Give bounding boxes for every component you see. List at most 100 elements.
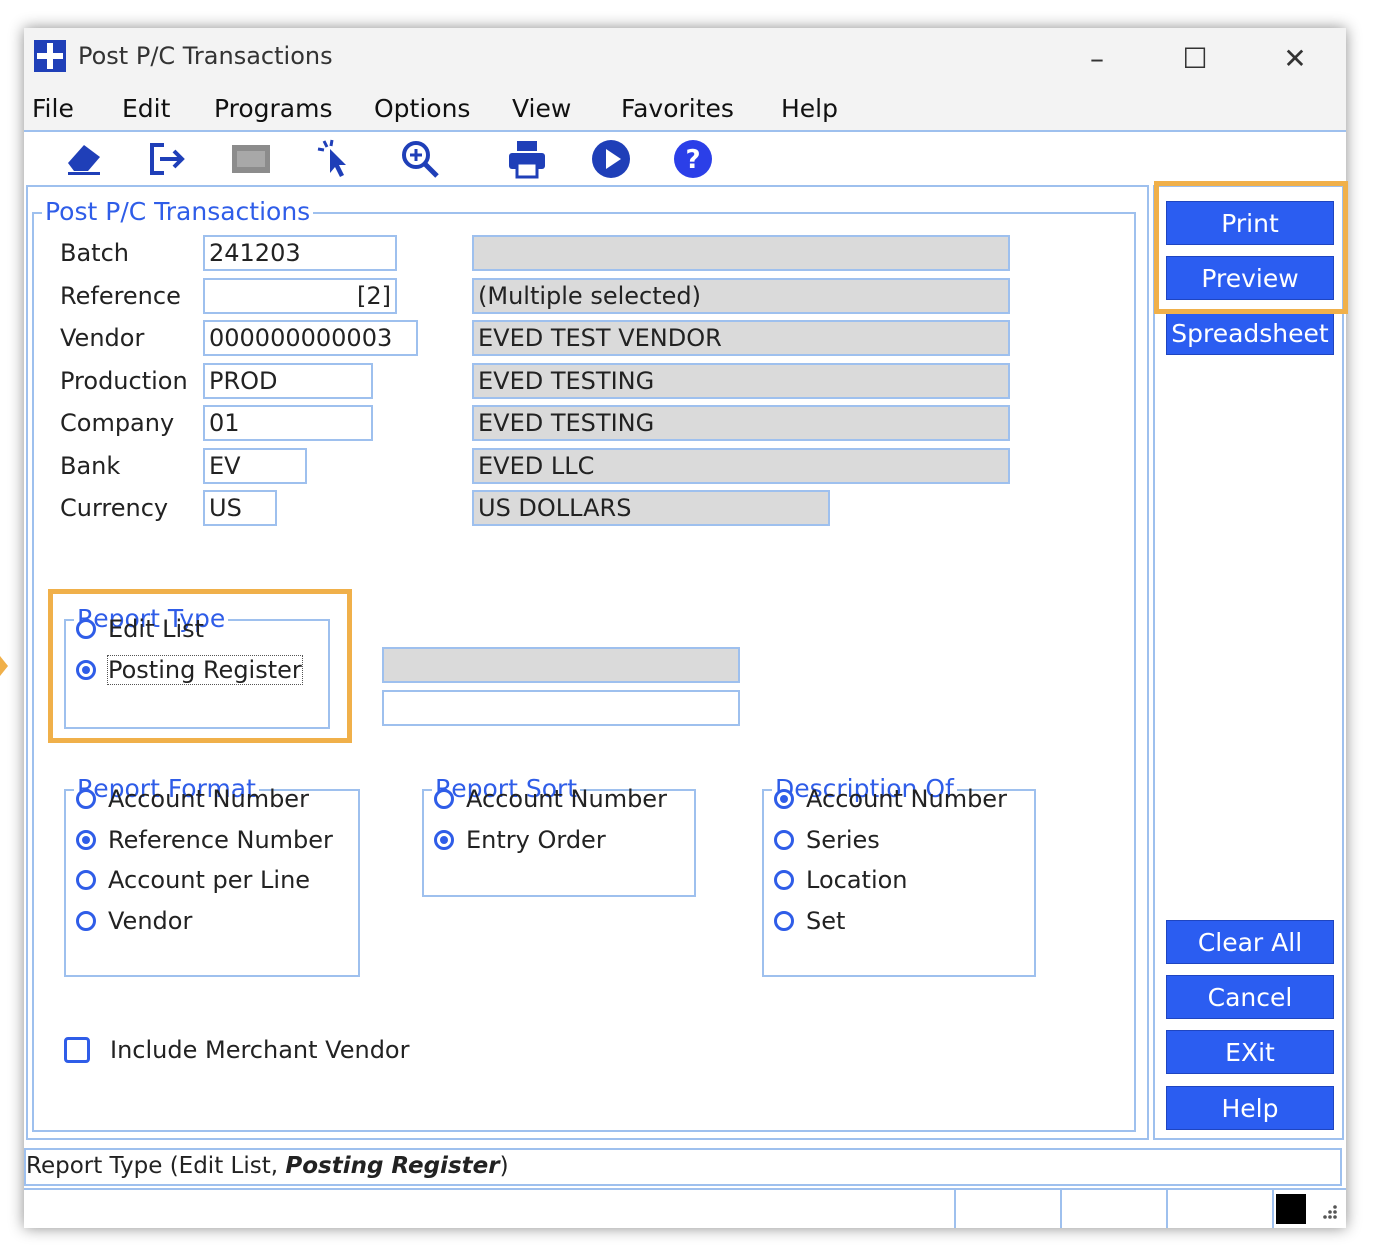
radio-format-account-per-line[interactable] (76, 870, 96, 890)
status-prefix: Report Type ( (26, 1153, 179, 1179)
format-vendor-label: Vendor (108, 907, 193, 935)
desc-location-label: Location (806, 866, 908, 894)
pointer-icon[interactable] (312, 137, 356, 181)
bank-label: Bank (60, 452, 121, 480)
company-description: EVED TESTING (472, 405, 1010, 441)
format-account-number[interactable]: Account Number (76, 785, 309, 813)
status-cell-4 (1272, 1190, 1274, 1228)
menu-options[interactable]: Options (374, 94, 470, 123)
format-reference-number-label: Reference Number (108, 826, 333, 854)
svg-text:?: ? (685, 145, 700, 175)
report-type-highlight (48, 589, 352, 743)
vendor-label: Vendor (60, 324, 145, 352)
reference-input[interactable]: [2] (203, 278, 397, 314)
currency-label: Currency (60, 494, 169, 522)
status-cell-3 (1166, 1190, 1168, 1228)
radio-desc-series[interactable] (774, 830, 794, 850)
exit-button[interactable]: EXit (1166, 1030, 1334, 1074)
format-account-per-line-label: Account per Line (108, 866, 311, 894)
sort-entry-order-label: Entry Order (466, 826, 606, 854)
menu-favorites[interactable]: Favorites (621, 94, 734, 123)
help-button[interactable]: Help (1166, 1086, 1334, 1130)
status-line: Report Type (Edit List, Posting Register… (24, 1148, 1342, 1186)
menu-bar: File Edit Programs Options View Favorite… (24, 88, 1346, 132)
bank-input[interactable]: EV (203, 448, 307, 484)
status-bar (24, 1188, 1346, 1228)
include-merchant-vendor-checkbox[interactable] (64, 1037, 90, 1063)
reference-description: (Multiple selected) (472, 278, 1010, 314)
menu-help[interactable]: Help (781, 94, 838, 123)
clear-all-button[interactable]: Clear All (1166, 920, 1334, 964)
sort-account-number-label: Account Number (466, 785, 667, 813)
highlight-arrow (0, 656, 8, 676)
desc-account-number[interactable]: Account Number (774, 785, 1007, 813)
radio-desc-account-number[interactable] (774, 789, 794, 809)
report-type-extra-field-1 (382, 647, 740, 683)
app-logo-icon (34, 40, 66, 72)
window-title: Post P/C Transactions (78, 42, 333, 70)
batch-description (472, 235, 1010, 271)
sort-account-number[interactable]: Account Number (434, 785, 667, 813)
status-option-edit-list: Edit List, (178, 1153, 286, 1179)
status-option-posting-register: Posting Register (285, 1153, 500, 1179)
production-label: Production (60, 367, 188, 395)
vendor-description: EVED TEST VENDOR (472, 320, 1010, 356)
menu-edit[interactable]: Edit (122, 94, 170, 123)
radio-sort-account-number[interactable] (434, 789, 454, 809)
format-vendor[interactable]: Vendor (76, 907, 192, 935)
desc-series-label: Series (806, 826, 880, 854)
cancel-button[interactable]: Cancel (1166, 975, 1334, 1019)
production-description: EVED TESTING (472, 363, 1010, 399)
help-icon[interactable]: ? (671, 137, 715, 181)
include-merchant-vendor-label: Include Merchant Vendor (110, 1036, 410, 1064)
screen-icon[interactable] (229, 137, 273, 181)
bank-description: EVED LLC (472, 448, 1010, 484)
menu-file[interactable]: File (32, 94, 74, 123)
desc-series[interactable]: Series (774, 826, 880, 854)
format-account-number-label: Account Number (108, 785, 309, 813)
production-input[interactable]: PROD (203, 363, 373, 399)
include-merchant-vendor[interactable]: Include Merchant Vendor (64, 1036, 409, 1064)
toolbar: ? (24, 132, 1346, 184)
radio-desc-location[interactable] (774, 870, 794, 890)
format-reference-number[interactable]: Reference Number (76, 826, 333, 854)
radio-sort-entry-order[interactable] (434, 830, 454, 850)
menu-programs[interactable]: Programs (214, 94, 333, 123)
format-account-per-line[interactable]: Account per Line (76, 866, 310, 894)
desc-set-label: Set (806, 907, 846, 935)
reference-label: Reference (60, 282, 181, 310)
spreadsheet-button[interactable]: Spreadsheet (1166, 311, 1334, 355)
print-icon[interactable] (505, 137, 549, 181)
company-input[interactable]: 01 (203, 405, 373, 441)
radio-format-account-number[interactable] (76, 789, 96, 809)
exit-icon[interactable] (146, 137, 190, 181)
currency-description: US DOLLARS (472, 490, 830, 526)
title-bar: Post P/C Transactions – ☐ ✕ (24, 28, 1346, 88)
radio-desc-set[interactable] (774, 911, 794, 931)
radio-format-reference-number[interactable] (76, 830, 96, 850)
play-icon[interactable] (589, 137, 633, 181)
company-label: Company (60, 409, 175, 437)
maximize-button[interactable]: ☐ (1168, 36, 1222, 80)
post-transactions-title: Post P/C Transactions (42, 198, 314, 226)
menu-view[interactable]: View (512, 94, 571, 123)
batch-label: Batch (60, 239, 129, 267)
app-window: Post P/C Transactions – ☐ ✕ File Edit Pr… (24, 28, 1348, 1228)
zoom-icon[interactable] (398, 137, 442, 181)
close-button[interactable]: ✕ (1268, 36, 1322, 80)
radio-format-vendor[interactable] (76, 911, 96, 931)
batch-input[interactable]: 241203 (203, 235, 397, 271)
currency-input[interactable]: US (203, 490, 277, 526)
minimize-button[interactable]: – (1070, 36, 1124, 80)
print-preview-highlight (1154, 181, 1348, 314)
desc-set[interactable]: Set (774, 907, 845, 935)
status-cell-1 (954, 1190, 956, 1228)
desc-location[interactable]: Location (774, 866, 908, 894)
main-panel: Post P/C Transactions Batch Reference Ve… (26, 185, 1149, 1140)
report-type-extra-field-2[interactable] (382, 690, 740, 726)
resize-grip-icon[interactable] (1318, 1202, 1338, 1222)
vendor-input[interactable]: 000000000003 (203, 320, 418, 356)
status-cell-2 (1060, 1190, 1062, 1228)
eraser-icon[interactable] (62, 137, 106, 181)
sort-entry-order[interactable]: Entry Order (434, 826, 606, 854)
